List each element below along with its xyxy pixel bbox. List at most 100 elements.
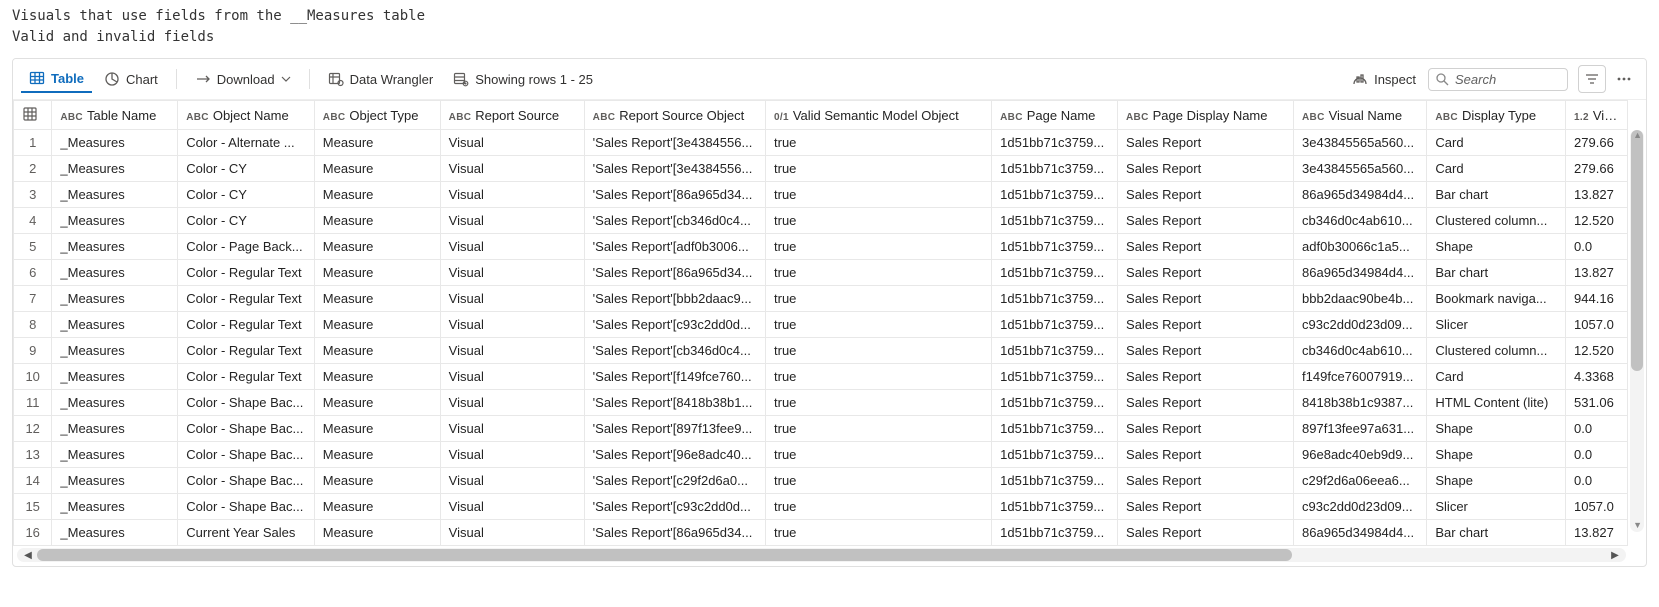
download-button[interactable]: Download [187, 66, 299, 92]
cell[interactable]: true [766, 182, 992, 208]
cell[interactable]: c93c2dd0d23d09... [1294, 312, 1427, 338]
cell[interactable]: Sales Report [1118, 390, 1294, 416]
table-row[interactable]: 1_MeasuresColor - Alternate ...MeasureVi… [14, 130, 1628, 156]
cell[interactable]: 531.06 [1566, 390, 1628, 416]
cell[interactable]: Visual [440, 208, 584, 234]
cell[interactable]: Visual [440, 494, 584, 520]
column-header[interactable]: ABCReport Source [440, 101, 584, 130]
cell[interactable]: true [766, 468, 992, 494]
cell[interactable]: 13.827 [1566, 182, 1628, 208]
cell[interactable]: 897f13fee97a631... [1294, 416, 1427, 442]
cell[interactable]: true [766, 520, 992, 546]
column-header[interactable]: ABCObject Type [314, 101, 440, 130]
cell[interactable]: Color - Regular Text [178, 364, 315, 390]
cell[interactable]: Bookmark naviga... [1427, 286, 1566, 312]
cell[interactable]: Measure [314, 286, 440, 312]
cell[interactable]: Sales Report [1118, 130, 1294, 156]
cell[interactable]: Visual [440, 390, 584, 416]
cell[interactable]: Shape [1427, 468, 1566, 494]
cell[interactable]: 13.827 [1566, 260, 1628, 286]
cell[interactable]: Card [1427, 156, 1566, 182]
cell[interactable]: 1057.0 [1566, 312, 1628, 338]
cell[interactable]: bbb2daac90be4b... [1294, 286, 1427, 312]
search-input[interactable]: Search [1428, 68, 1568, 91]
cell[interactable]: Card [1427, 130, 1566, 156]
cell[interactable]: c93c2dd0d23d09... [1294, 494, 1427, 520]
cell[interactable]: 12.520 [1566, 338, 1628, 364]
cell[interactable]: Visual [440, 130, 584, 156]
scroll-left-icon[interactable]: ◀ [19, 548, 37, 562]
cell[interactable]: Sales Report [1118, 520, 1294, 546]
cell[interactable]: 4.3368 [1566, 364, 1628, 390]
cell[interactable]: 1d51bb71c3759... [992, 182, 1118, 208]
filter-button[interactable] [1578, 65, 1606, 93]
cell[interactable]: 1d51bb71c3759... [992, 442, 1118, 468]
table-row[interactable]: 3_MeasuresColor - CYMeasureVisual'Sales … [14, 182, 1628, 208]
cell[interactable]: 1d51bb71c3759... [992, 156, 1118, 182]
cell[interactable]: 0.0 [1566, 416, 1628, 442]
cell[interactable]: Sales Report [1118, 312, 1294, 338]
cell[interactable]: 'Sales Report'[adf0b3006... [584, 234, 765, 260]
table-row[interactable]: 14_MeasuresColor - Shape Bac...MeasureVi… [14, 468, 1628, 494]
cell[interactable]: _Measures [52, 260, 178, 286]
cell[interactable]: Sales Report [1118, 260, 1294, 286]
cell[interactable]: 86a965d34984d4... [1294, 520, 1427, 546]
cell[interactable]: Measure [314, 442, 440, 468]
cell[interactable]: c29f2d6a06eea6... [1294, 468, 1427, 494]
tab-chart[interactable]: Chart [96, 66, 166, 92]
cell[interactable]: Sales Report [1118, 208, 1294, 234]
cell[interactable]: 'Sales Report'[86a965d34... [584, 520, 765, 546]
cell[interactable]: true [766, 312, 992, 338]
cell[interactable]: true [766, 208, 992, 234]
cell[interactable]: _Measures [52, 442, 178, 468]
cell[interactable]: 'Sales Report'[c93c2dd0d... [584, 312, 765, 338]
horizontal-scrollbar[interactable]: ◀ ▶ [17, 548, 1626, 562]
cell[interactable]: Measure [314, 364, 440, 390]
scroll-right-icon[interactable]: ▶ [1606, 548, 1624, 562]
cell[interactable]: 3e43845565a560... [1294, 130, 1427, 156]
cell[interactable]: 'Sales Report'[8418b38b1... [584, 390, 765, 416]
cell[interactable]: 944.16 [1566, 286, 1628, 312]
cell[interactable]: Visual [440, 338, 584, 364]
cell[interactable]: 0.0 [1566, 468, 1628, 494]
cell[interactable]: true [766, 416, 992, 442]
cell[interactable]: true [766, 130, 992, 156]
cell[interactable]: Color - Shape Bac... [178, 416, 315, 442]
scroll-thumb[interactable] [37, 549, 1292, 561]
column-header[interactable]: ABCPage Display Name [1118, 101, 1294, 130]
cell[interactable]: Bar chart [1427, 520, 1566, 546]
column-header[interactable]: ABCTable Name [52, 101, 178, 130]
cell[interactable]: Card [1427, 364, 1566, 390]
cell[interactable]: Color - Regular Text [178, 338, 315, 364]
cell[interactable]: 'Sales Report'[86a965d34... [584, 182, 765, 208]
table-row[interactable]: 16_MeasuresCurrent Year SalesMeasureVisu… [14, 520, 1628, 546]
tab-table[interactable]: Table [21, 65, 92, 93]
cell[interactable]: adf0b30066c1a5... [1294, 234, 1427, 260]
cell[interactable]: _Measures [52, 364, 178, 390]
table-row[interactable]: 2_MeasuresColor - CYMeasureVisual'Sales … [14, 156, 1628, 182]
cell[interactable]: _Measures [52, 494, 178, 520]
cell[interactable]: _Measures [52, 520, 178, 546]
cell[interactable]: Measure [314, 416, 440, 442]
cell[interactable]: Color - Page Back... [178, 234, 315, 260]
cell[interactable]: 0.0 [1566, 234, 1628, 260]
cell[interactable]: 1d51bb71c3759... [992, 130, 1118, 156]
cell[interactable]: Measure [314, 156, 440, 182]
cell[interactable]: 86a965d34984d4... [1294, 260, 1427, 286]
cell[interactable]: Sales Report [1118, 416, 1294, 442]
cell[interactable]: Color - Regular Text [178, 312, 315, 338]
cell[interactable]: 'Sales Report'[3e4384556... [584, 130, 765, 156]
cell[interactable]: _Measures [52, 312, 178, 338]
column-header[interactable]: 0/1Valid Semantic Model Object [766, 101, 992, 130]
cell[interactable]: 1d51bb71c3759... [992, 390, 1118, 416]
cell[interactable]: 1d51bb71c3759... [992, 364, 1118, 390]
cell[interactable]: _Measures [52, 182, 178, 208]
cell[interactable]: Clustered column... [1427, 208, 1566, 234]
table-row[interactable]: 5_MeasuresColor - Page Back...MeasureVis… [14, 234, 1628, 260]
cell[interactable]: Shape [1427, 416, 1566, 442]
cell[interactable]: Current Year Sales [178, 520, 315, 546]
table-row[interactable]: 15_MeasuresColor - Shape Bac...MeasureVi… [14, 494, 1628, 520]
cell[interactable]: 1d51bb71c3759... [992, 260, 1118, 286]
cell[interactable]: _Measures [52, 234, 178, 260]
cell[interactable]: _Measures [52, 286, 178, 312]
